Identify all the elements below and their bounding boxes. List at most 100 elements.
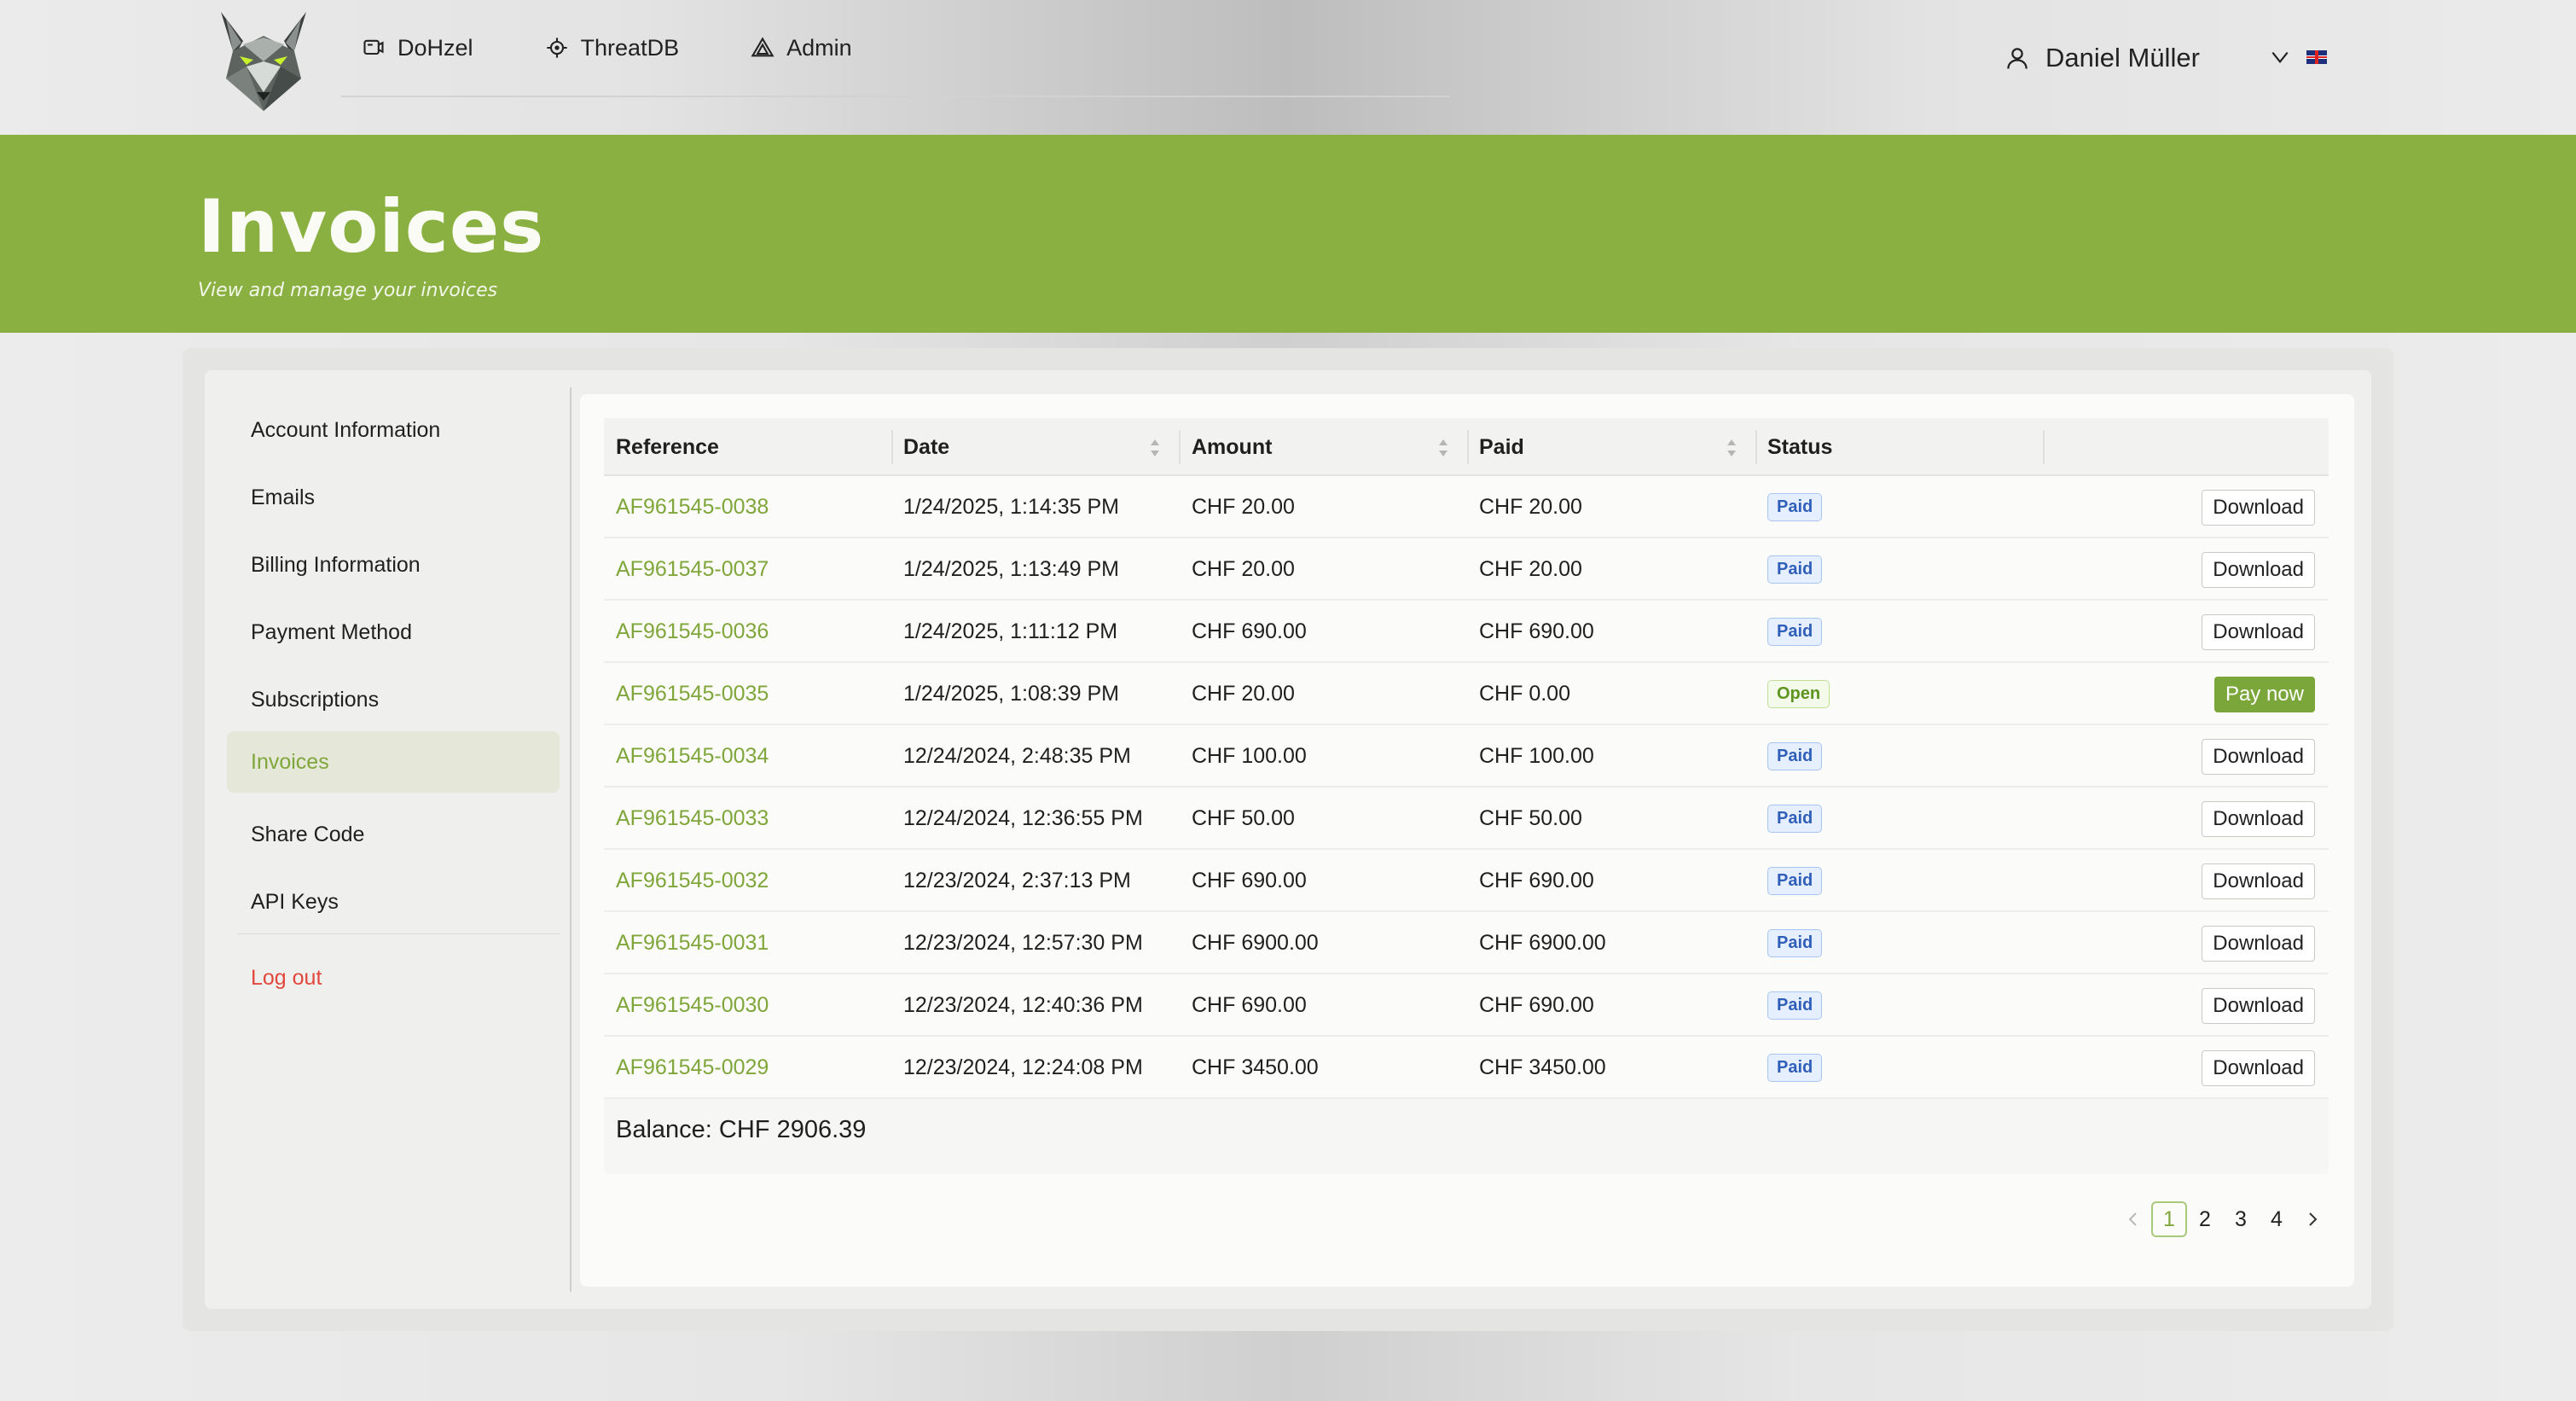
download-button[interactable]: Download [2202,926,2315,962]
column-divider [2043,430,2045,464]
nav-item-label: Admin [786,34,852,61]
user-icon [2007,48,2028,69]
column-header-paid[interactable]: Paid [1479,418,1524,476]
download-button[interactable]: Download [2202,739,2315,775]
column-divider [1179,430,1181,464]
sidebar-item-label: Share Code [251,822,365,846]
sidebar-item-emails[interactable]: Emails [227,467,560,528]
table-row: AF961545-0034 12/24/2024, 2:48:35 PM CHF… [604,725,2329,788]
invoice-reference-link[interactable]: AF961545-0030 [616,974,769,1036]
nav-item-admin[interactable]: Admin [727,35,852,61]
table-row: AF961545-0031 12/23/2024, 12:57:30 PM CH… [604,912,2329,974]
invoice-date: 1/24/2025, 1:14:35 PM [903,494,1119,519]
invoice-reference-link[interactable]: AF961545-0036 [616,601,769,662]
uk-flag-icon [2306,50,2327,64]
nav-item-label: ThreatDB [580,34,680,61]
sidebar-item-share-code[interactable]: Share Code [227,804,560,865]
sidebar-item-payment-method[interactable]: Payment Method [227,602,560,663]
invoice-amount: CHF 100.00 [1192,743,1307,768]
sidebar-item-billing-information[interactable]: Billing Information [227,534,560,596]
status-badge: Paid [1767,804,1823,833]
invoice-date: 12/23/2024, 12:24:08 PM [903,1055,1143,1079]
invoice-amount: CHF 20.00 [1192,494,1295,519]
sidebar-item-subscriptions[interactable]: Subscriptions [227,669,560,730]
sidebar-item-label: Account Information [251,417,441,442]
invoice-date: 12/23/2024, 2:37:13 PM [903,868,1131,892]
column-divider [1467,430,1469,464]
page-subtitle: View and manage your invoices [198,280,498,301]
page-button-4[interactable]: 4 [2259,1201,2295,1237]
column-header-status: Status [1767,434,1833,459]
invoice-date: 12/23/2024, 12:40:36 PM [903,992,1143,1017]
chevron-down-icon [2271,51,2289,64]
invoice-amount: CHF 50.00 [1192,805,1295,830]
page-button-3[interactable]: 3 [2223,1201,2259,1237]
download-button[interactable]: Download [2202,552,2315,588]
pay-now-button[interactable]: Pay now [2213,677,2315,712]
sort-icon[interactable] [1148,437,1162,459]
status-badge: Paid [1767,866,1823,895]
download-button[interactable]: Download [2202,614,2315,650]
sort-icon[interactable] [1725,437,1738,459]
pagination: 1 2 3 4 [2115,1201,2330,1237]
invoice-date: 12/23/2024, 12:57:30 PM [903,930,1143,955]
language-selector[interactable] [2269,46,2327,68]
status-badge: Paid [1767,928,1823,957]
invoice-date: 12/24/2024, 12:36:55 PM [903,805,1143,830]
download-button[interactable]: Download [2202,490,2315,526]
page-button-1[interactable]: 1 [2151,1201,2187,1237]
next-page-button[interactable] [2295,1201,2330,1237]
status-badge: Paid [1767,555,1823,584]
triangle-warning-icon [751,37,775,57]
top-navbar: DoHzel ThreatDB Admin Daniel Müller [0,0,2576,135]
status-badge: Paid [1767,617,1823,646]
status-badge: Paid [1767,1053,1823,1082]
nav-item-label: DoHzel [397,34,473,61]
nav-item-threatdb[interactable]: ThreatDB [521,34,680,61]
download-button[interactable]: Download [2202,988,2315,1024]
crosshair-icon [546,38,567,58]
table-header: Reference Date Amount Paid Status [604,418,2329,476]
invoice-paid: CHF 690.00 [1479,619,1594,643]
download-button[interactable]: Download [2202,1050,2315,1086]
page-header: Invoices View and manage your invoices [0,135,2576,333]
column-header-date[interactable]: Date [903,418,949,476]
download-button[interactable]: Download [2202,801,2315,837]
invoice-paid: CHF 690.00 [1479,992,1594,1017]
sidebar-item-label: Emails [251,485,316,509]
user-menu[interactable]: Daniel Müller [2005,43,2200,73]
invoice-amount: CHF 690.00 [1192,992,1307,1017]
wolf-logo[interactable] [209,7,318,116]
invoice-amount: CHF 690.00 [1192,619,1307,643]
sidebar-item-api-keys[interactable]: API Keys [227,871,560,933]
invoice-date: 1/24/2025, 1:13:49 PM [903,556,1119,581]
status-badge: Paid [1767,991,1823,1020]
nav-item-dohzel[interactable]: DoHzel [341,35,473,61]
invoice-reference-link[interactable]: AF961545-0034 [616,725,769,787]
invoice-paid: CHF 690.00 [1479,868,1594,892]
table-row: AF961545-0030 12/23/2024, 12:40:36 PM CH… [604,974,2329,1037]
previous-page-button[interactable] [2115,1201,2151,1237]
invoice-paid: CHF 3450.00 [1479,1055,1606,1079]
invoice-reference-link[interactable]: AF961545-0035 [616,663,769,724]
sidebar-item-label: Billing Information [251,552,421,577]
sidebar-item-invoices[interactable]: Invoices [227,731,560,793]
sidebar-item-account-information[interactable]: Account Information [227,399,560,461]
invoice-reference-link[interactable]: AF961545-0038 [616,476,769,538]
invoice-amount: CHF 6900.00 [1192,930,1319,955]
invoice-reference-link[interactable]: AF961545-0037 [616,538,769,600]
page-button-2[interactable]: 2 [2187,1201,2223,1237]
download-button[interactable]: Download [2202,863,2315,899]
invoice-reference-link[interactable]: AF961545-0033 [616,788,769,849]
logout-button[interactable]: Log out [227,947,560,1009]
sidebar-item-label: Subscriptions [251,687,380,712]
main-nav: DoHzel ThreatDB Admin [341,0,1450,97]
column-header-amount[interactable]: Amount [1192,418,1272,476]
sort-icon[interactable] [1436,437,1450,459]
invoice-reference-link[interactable]: AF961545-0031 [616,912,769,974]
table-row: AF961545-0038 1/24/2025, 1:14:35 PM CHF … [604,476,2329,538]
invoice-reference-link[interactable]: AF961545-0029 [616,1037,769,1098]
table-row: AF961545-0029 12/23/2024, 12:24:08 PM CH… [604,1037,2329,1099]
table-row: AF961545-0035 1/24/2025, 1:08:39 PM CHF … [604,663,2329,725]
invoice-reference-link[interactable]: AF961545-0032 [616,850,769,911]
